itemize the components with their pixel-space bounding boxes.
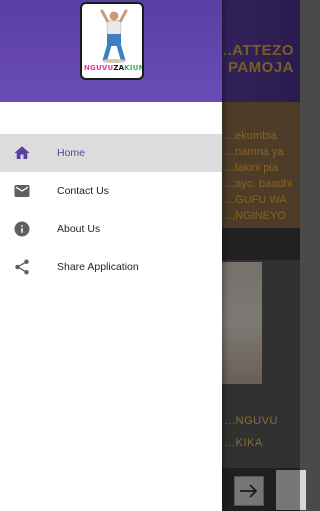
menu-item-label: Share Application <box>57 261 139 273</box>
mail-icon <box>12 181 32 201</box>
navigation-drawer: NGUVUZAKIUME Home Contact Us About Us <box>0 0 222 511</box>
app-logo: NGUVUZAKIUME <box>80 2 144 80</box>
share-icon <box>12 257 32 277</box>
menu-item-label: About Us <box>57 223 101 235</box>
menu-item-about-us[interactable]: About Us <box>0 210 222 248</box>
menu-item-label: Home <box>57 147 86 159</box>
logo-text: NGUVUZAKIUME <box>84 64 142 72</box>
menu-item-share-application[interactable]: Share Application <box>0 248 222 286</box>
info-icon <box>12 219 32 239</box>
drawer-header: NGUVUZAKIUME <box>0 0 222 102</box>
logo-figure-icon <box>100 9 128 63</box>
menu-item-contact-us[interactable]: Contact Us <box>0 172 222 210</box>
menu-item-home[interactable]: Home <box>0 134 222 172</box>
drawer-menu: Home Contact Us About Us Share Applicati… <box>0 134 222 286</box>
home-icon <box>12 143 32 163</box>
menu-item-label: Contact Us <box>57 185 109 197</box>
